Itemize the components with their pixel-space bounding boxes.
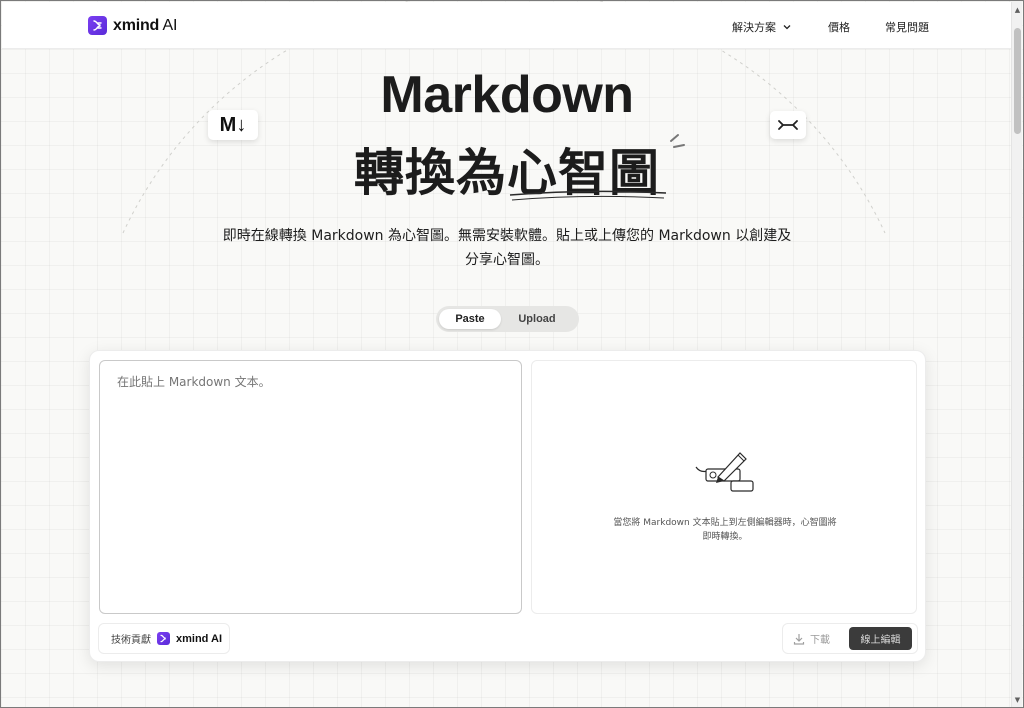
page-frame: xmind AI 解決方案 價格 常見問題 M↓ Markdown 轉換為心智圖… [0, 0, 1024, 708]
xmind-logo[interactable]: xmind AI [88, 16, 177, 35]
page-title: Markdown [380, 66, 634, 124]
powered-by-label: 技術貢獻 [111, 635, 151, 646]
xmind-logo-icon [88, 16, 107, 35]
nav-pricing[interactable]: 價格 [828, 19, 850, 35]
hero-subtitle: 即時在線轉換 Markdown 為心智圖。無需安裝軟體。貼上或上傳您的 Mark… [222, 228, 792, 268]
download-label: 下載 [810, 635, 830, 646]
action-bar: 下載 線上編輯 [782, 623, 918, 654]
powered-by-brand: xmind AI [176, 632, 223, 645]
converter-card: 當您將 Markdown 文本貼上到左側編輯器時，心智圖將 即時轉換。 技術貢獻… [89, 350, 926, 662]
mindmap-preview: 當您將 Markdown 文本貼上到左側編輯器時，心智圖將 即時轉換。 [531, 360, 917, 614]
chevron-down-icon [783, 25, 791, 30]
scrollbar-thumb[interactable] [1014, 28, 1021, 134]
input-mode-toggle: Paste Upload [436, 306, 579, 332]
scroll-down-arrow-icon[interactable]: ▼ [1014, 696, 1021, 704]
title-underline [509, 134, 685, 201]
download-button[interactable]: 下載 [793, 631, 849, 646]
nav-solutions[interactable]: 解決方案 [732, 19, 792, 35]
nav-faq[interactable]: 常見問題 [885, 19, 929, 35]
nav-solutions-label: 解決方案 [732, 21, 776, 34]
top-nav-bar: xmind AI 解決方案 價格 常見問題 [2, 2, 1013, 49]
page-scrollbar[interactable]: ▲ ▼ [1011, 2, 1022, 707]
logo-text: xmind AI [113, 16, 178, 34]
powered-by-badge[interactable]: 技術貢獻 xmind AI [98, 623, 230, 654]
scroll-up-arrow-icon[interactable]: ▲ [1014, 6, 1021, 14]
pencil-illustration-icon [695, 452, 754, 492]
preview-hint: 當您將 Markdown 文本貼上到左側編輯器時，心智圖將 即時轉換。 [613, 518, 837, 542]
download-icon [793, 633, 805, 645]
tab-upload[interactable]: Upload [501, 309, 573, 329]
tab-paste[interactable]: Paste [439, 309, 501, 329]
edit-online-button[interactable]: 線上編輯 [849, 627, 912, 650]
markdown-input[interactable] [99, 360, 522, 614]
xmind-logo-small-icon [157, 632, 170, 645]
